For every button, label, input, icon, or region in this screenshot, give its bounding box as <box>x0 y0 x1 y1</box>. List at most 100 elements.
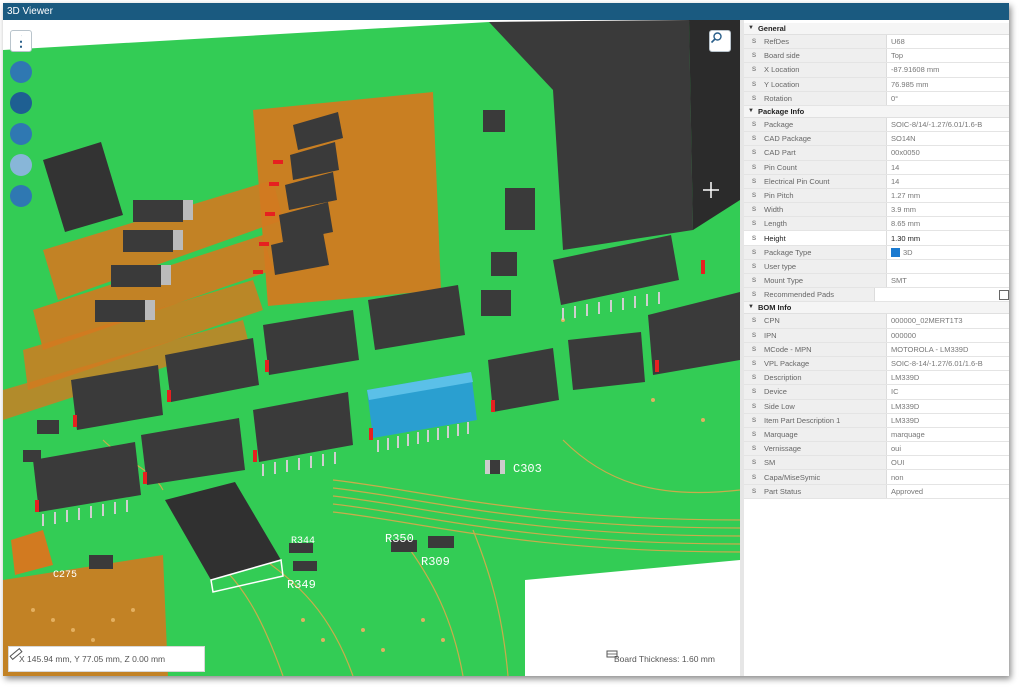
property-row[interactable]: S Description LM339D <box>744 371 1009 386</box>
property-value-cell[interactable]: 1.30 mm <box>887 231 1009 245</box>
property-row[interactable]: S IPN 000000 <box>744 328 1009 343</box>
property-value-cell[interactable]: IC <box>887 385 1009 399</box>
property-row[interactable]: S X Location -87.91608 mm <box>744 63 1009 78</box>
property-value-cell[interactable]: 14 <box>887 174 1009 188</box>
property-row[interactable]: S Side Low LM339D <box>744 399 1009 414</box>
property-value-cell[interactable]: 000000 <box>887 328 1009 342</box>
property-value-cell[interactable]: U68 <box>887 35 1009 49</box>
zoom-button[interactable] <box>709 30 731 52</box>
property-value-cell[interactable]: 76.985 mm <box>887 77 1009 91</box>
property-row[interactable]: S User type <box>744 259 1009 274</box>
property-row[interactable]: S SM OUI <box>744 456 1009 471</box>
property-row[interactable]: S CAD Package SO14N <box>744 132 1009 147</box>
property-value-cell[interactable]: Approved <box>887 484 1009 498</box>
property-row[interactable]: S Y Location 76.985 mm <box>744 77 1009 92</box>
property-type-icon: S <box>751 80 757 88</box>
section-title: General <box>757 24 786 33</box>
property-value-cell[interactable]: non <box>887 470 1009 484</box>
property-key: Vernissage <box>764 444 802 454</box>
property-row[interactable]: S Pin Count 14 <box>744 160 1009 175</box>
property-key: SM <box>764 458 776 468</box>
move-button[interactable] <box>10 31 32 83</box>
property-value-cell[interactable]: MOTOROLA - LM339D <box>887 342 1009 356</box>
property-value-cell[interactable]: SOIC-8/14/-1.27/6.01/1.6-B <box>887 117 1009 132</box>
property-row[interactable]: S Vernissage oui <box>744 442 1009 457</box>
measure-button[interactable] <box>10 31 32 114</box>
label-r344: R344 <box>291 536 315 547</box>
property-value: IC <box>891 387 899 397</box>
property-value-cell[interactable] <box>887 259 1009 273</box>
property-value: 76.985 mm <box>891 79 929 89</box>
property-value-cell[interactable]: SO14N <box>887 132 1009 146</box>
property-row[interactable]: S Rotation 0° <box>744 91 1009 106</box>
property-row[interactable]: S Device IC <box>744 385 1009 400</box>
property-row[interactable]: S Width 3.9 mm <box>744 203 1009 218</box>
property-row[interactable]: S Package SOIC-8/14/-1.27/6.01/1.6-B <box>744 117 1009 133</box>
section-header[interactable]: ▼ BOM Info <box>744 302 1009 315</box>
ruler-button[interactable] <box>10 31 32 176</box>
property-type-icon: S <box>751 135 757 143</box>
property-value-cell[interactable]: 1.27 mm <box>887 188 1009 203</box>
property-row[interactable]: S Recommended Pads <box>744 288 1009 303</box>
property-value-cell[interactable]: LM339D <box>887 371 1009 385</box>
property-value-cell[interactable]: Top <box>887 49 1009 63</box>
property-type-icon: S <box>751 66 757 74</box>
property-value-cell[interactable]: LM339D <box>887 399 1009 413</box>
property-row[interactable]: S VPL Package SOIC-8-14/-1.27/6.01/1.6-B <box>744 356 1009 372</box>
properties-panel: ▼ General S RefDes U68 S Board side Top S X Locat… <box>744 23 1009 676</box>
property-type-icon: S <box>751 277 757 285</box>
property-value: 0° <box>891 93 899 103</box>
property-value-cell[interactable]: SMT <box>887 274 1009 288</box>
property-row[interactable]: S CPN 000000_02MERT1T3 <box>744 314 1009 329</box>
property-value-cell[interactable]: SOIC-8-14/-1.27/6.01/1.6-B <box>887 356 1009 371</box>
property-type-icon: S <box>751 191 757 199</box>
property-row[interactable]: S RefDes U68 <box>744 35 1009 50</box>
property-type-icon: S <box>751 121 757 129</box>
property-row[interactable]: S Length 8.65 mm <box>744 217 1009 232</box>
property-row[interactable]: S Capa/MiseSymic non <box>744 470 1009 485</box>
property-value-cell[interactable]: 00x0050 <box>887 146 1009 160</box>
property-value-cell[interactable]: marquage <box>887 427 1009 442</box>
property-row[interactable]: S Item Part Description 1 LM339D <box>744 413 1009 428</box>
property-value-cell[interactable]: 14 <box>887 160 1009 174</box>
property-row[interactable]: S Board side Top <box>744 49 1009 64</box>
property-row[interactable]: S Part Status Approved <box>744 484 1009 499</box>
property-key: Pin Pitch <box>764 190 794 200</box>
property-type-icon: S <box>751 206 757 214</box>
property-value-cell[interactable]: LM339D <box>887 413 1009 427</box>
property-row[interactable]: S Height 1.30 mm <box>744 231 1009 246</box>
property-value-cell[interactable]: -87.91608 mm <box>887 63 1009 77</box>
property-value-cell[interactable]: 000000_02MERT1T3 <box>887 314 1009 328</box>
property-key: Package Type <box>764 247 812 257</box>
snap-button[interactable] <box>10 33 32 145</box>
property-value-cell[interactable]: oui <box>887 442 1009 456</box>
collapse-triangle-icon[interactable]: ▼ <box>748 302 754 313</box>
collapse-triangle-icon[interactable]: ▼ <box>748 106 754 117</box>
property-value-cell[interactable]: 0° <box>887 91 1009 105</box>
property-row[interactable]: S Electrical Pin Count 14 <box>744 174 1009 189</box>
property-row[interactable]: S MCode - MPN MOTOROLA - LM339D <box>744 342 1009 357</box>
erase-button[interactable] <box>10 33 32 207</box>
recommended-pads-checkbox[interactable] <box>999 289 1009 300</box>
property-key-cell: S Package Type <box>744 245 887 259</box>
collapse-triangle-icon[interactable]: ▼ <box>748 23 754 34</box>
property-row[interactable]: S Mount Type SMT <box>744 274 1009 289</box>
property-value-cell[interactable] <box>875 288 1009 302</box>
property-value: SO14N <box>891 134 916 144</box>
property-value-cell[interactable]: OUI <box>887 456 1009 470</box>
3d-viewport[interactable]: C303 R350 R309 R349 R344 C275 ⋮ X 145.94… <box>3 20 740 676</box>
section-header[interactable]: ▼ Package Info <box>744 105 1009 118</box>
eraser-icon <box>11 33 22 43</box>
property-key-cell: S Vernissage <box>744 442 887 456</box>
section-header[interactable]: ▼ General <box>744 23 1009 35</box>
pcb-3d-scene[interactable]: C303 R350 R309 R349 R344 C275 <box>3 20 740 676</box>
property-row[interactable]: S Marquage marquage <box>744 427 1009 443</box>
property-value: SMT <box>891 276 907 286</box>
property-value-cell[interactable]: 3D <box>887 245 1009 259</box>
property-row[interactable]: S Package Type 3D <box>744 245 1009 260</box>
property-value-cell[interactable]: 3.9 mm <box>887 203 1009 217</box>
property-type-icon: S <box>751 331 757 339</box>
property-value-cell[interactable]: 8.65 mm <box>887 217 1009 231</box>
property-row[interactable]: S CAD Part 00x0050 <box>744 146 1009 161</box>
property-row[interactable]: S Pin Pitch 1.27 mm <box>744 188 1009 204</box>
